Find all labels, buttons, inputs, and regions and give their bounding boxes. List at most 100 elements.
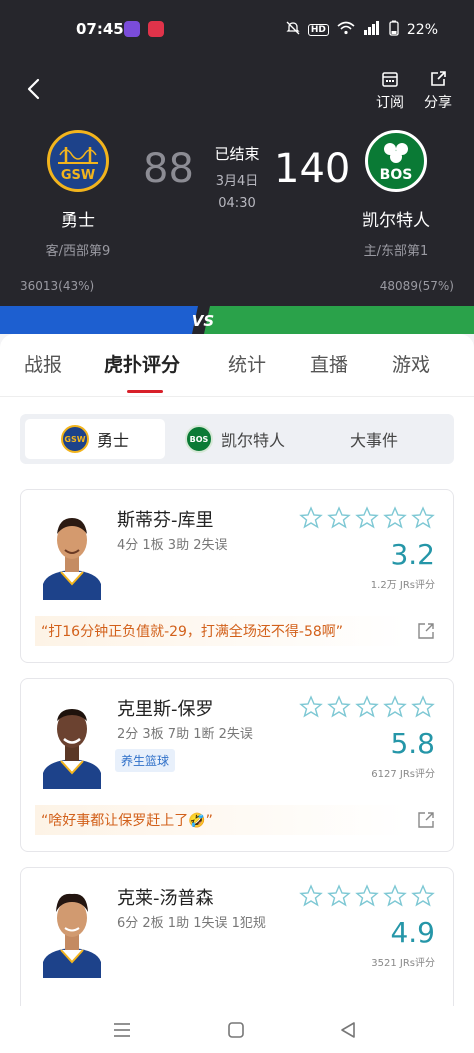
status-time: 07:45 xyxy=(76,20,124,38)
status-indicators: HD 22% xyxy=(286,20,438,40)
player-name: 斯蒂芬-库里 xyxy=(117,510,214,531)
game-status: 已结束 xyxy=(214,145,260,163)
chevron-left-icon xyxy=(27,78,40,100)
back-triangle-icon[interactable] xyxy=(336,1018,360,1042)
star-icon xyxy=(383,884,407,907)
player-avatar xyxy=(37,882,107,978)
player-name: 克莱-汤普森 xyxy=(117,888,214,909)
warriors-logo-icon: GSW xyxy=(58,147,98,183)
home-support: 36013(43%) xyxy=(20,279,95,293)
signal-icon xyxy=(363,21,381,39)
subtab-events-label: 大事件 xyxy=(350,431,399,450)
share-label: 分享 xyxy=(424,95,452,111)
star-icon xyxy=(411,506,435,529)
app-notification-icon xyxy=(124,21,140,37)
rating-stars[interactable] xyxy=(299,506,435,530)
star-icon xyxy=(299,695,323,718)
game-time: 04:30 xyxy=(218,196,256,211)
tab-game[interactable]: 游戏 xyxy=(392,350,430,377)
celtics-mini-logo-icon: BOS xyxy=(185,425,213,453)
celtics-logo[interactable]: BOS xyxy=(365,130,427,192)
rating-count: 1.2万 JRs评分 xyxy=(370,580,435,591)
battery-icon xyxy=(389,20,399,40)
subscribe-label: 订阅 xyxy=(376,95,404,111)
tab-bar: 战报 虎扑评分 统计 直播 游戏 xyxy=(0,334,474,397)
star-icon xyxy=(383,506,407,529)
menu-icon[interactable] xyxy=(110,1018,134,1042)
player-card[interactable]: 斯蒂芬-库里 4分 1板 3助 2失误 3.2 1.2万 JRs评分 “打16分… xyxy=(20,489,454,663)
warriors-mini-logo-icon: GSW xyxy=(61,425,89,453)
team-filter: GSW 勇士 BOS 凯尔特人 大事件 xyxy=(20,414,454,464)
system-nav-bar xyxy=(0,1006,474,1053)
subtab-warriors[interactable]: GSW 勇士 xyxy=(25,419,165,459)
battery-level: 22% xyxy=(406,22,438,38)
tab-stats[interactable]: 统计 xyxy=(228,350,266,377)
star-icon xyxy=(327,884,351,907)
player-name: 克里斯-保罗 xyxy=(117,699,214,720)
hd-icon: HD xyxy=(307,24,329,36)
player-rating: 3.2 xyxy=(390,538,435,571)
player-rating: 4.9 xyxy=(390,916,435,949)
warriors-abbr: GSW xyxy=(61,168,95,183)
subtab-celtics[interactable]: BOS 凯尔特人 xyxy=(185,419,335,459)
star-icon xyxy=(411,884,435,907)
subscribe-button[interactable]: 订阅 xyxy=(370,70,410,112)
star-icon xyxy=(327,506,351,529)
rating-stars[interactable] xyxy=(299,695,435,719)
subtab-warriors-label: 勇士 xyxy=(97,431,130,450)
back-button[interactable] xyxy=(20,74,50,104)
celtics-logo-icon: BOS xyxy=(380,143,413,183)
game-date: 3月4日 xyxy=(215,174,259,189)
external-link-icon[interactable] xyxy=(417,622,435,640)
status-bar: 07:45 HD 22% xyxy=(0,0,474,60)
star-icon xyxy=(355,884,379,907)
player-stats: 6分 2板 1助 1失误 1犯规 xyxy=(117,916,266,931)
player-avatar xyxy=(37,693,107,789)
external-link-icon[interactable] xyxy=(417,811,435,829)
rating-count: 3521 JRs评分 xyxy=(371,958,435,969)
player-stats: 2分 3板 7助 1断 2失误 xyxy=(117,727,253,742)
tab-ratings[interactable]: 虎扑评分 xyxy=(104,350,180,377)
star-icon xyxy=(299,506,323,529)
celtics-abbr: BOS xyxy=(380,167,413,183)
home-team-name: 勇士 xyxy=(61,211,95,231)
player-avatar xyxy=(37,504,107,600)
subtab-celtics-label: 凯尔特人 xyxy=(221,431,286,450)
support-vs-bar: VS xyxy=(0,306,474,334)
star-icon xyxy=(327,695,351,718)
home-icon[interactable] xyxy=(224,1018,248,1042)
share-button[interactable]: 分享 xyxy=(418,70,458,112)
hot-comment[interactable]: “打16分钟正负值就-29，打满全场还不得-58啊” xyxy=(35,616,407,646)
rating-stars[interactable] xyxy=(299,884,435,908)
tab-report[interactable]: 战报 xyxy=(24,350,62,377)
warriors-logo[interactable]: GSW xyxy=(47,130,109,192)
svg-text:VS: VS xyxy=(192,312,214,330)
away-team-rank: 主/东部第1 xyxy=(363,244,429,259)
player-rating: 5.8 xyxy=(390,727,435,760)
away-score: 140 xyxy=(274,146,351,192)
away-team-name: 凯尔特人 xyxy=(362,211,430,231)
player-card[interactable]: 克莱-汤普森 6分 2板 1助 1失误 1犯规 4.9 3521 JRs评分 xyxy=(20,867,454,1006)
player-stats: 4分 1板 3助 2失误 xyxy=(117,538,228,553)
mute-icon xyxy=(286,21,300,39)
home-score: 88 xyxy=(143,146,194,192)
player-card[interactable]: 克里斯-保罗 2分 3板 7助 1断 2失误 养生篮球 5.8 6127 JRs… xyxy=(20,678,454,852)
calendar-icon xyxy=(382,72,398,87)
tab-divider xyxy=(0,396,474,397)
star-icon xyxy=(355,695,379,718)
app-notification-icon xyxy=(148,21,164,37)
main-content: 战报 虎扑评分 统计 直播 游戏 GSW 勇士 BOS 凯尔特人 大事件 斯蒂芬… xyxy=(0,334,474,1006)
star-icon xyxy=(411,695,435,718)
active-tab-indicator xyxy=(127,390,163,393)
share-icon xyxy=(431,71,446,86)
home-team-rank: 客/西部第9 xyxy=(45,244,111,259)
player-tag[interactable]: 养生篮球 xyxy=(115,749,176,772)
star-icon xyxy=(355,506,379,529)
wifi-icon xyxy=(337,21,355,39)
hot-comment[interactable]: “啥好事都让保罗赶上了🤣” xyxy=(35,805,407,835)
star-icon xyxy=(383,695,407,718)
home-support-bar xyxy=(0,306,200,334)
tab-live[interactable]: 直播 xyxy=(310,350,348,377)
subtab-events[interactable]: 大事件 xyxy=(350,419,440,459)
rating-count: 6127 JRs评分 xyxy=(371,769,435,780)
